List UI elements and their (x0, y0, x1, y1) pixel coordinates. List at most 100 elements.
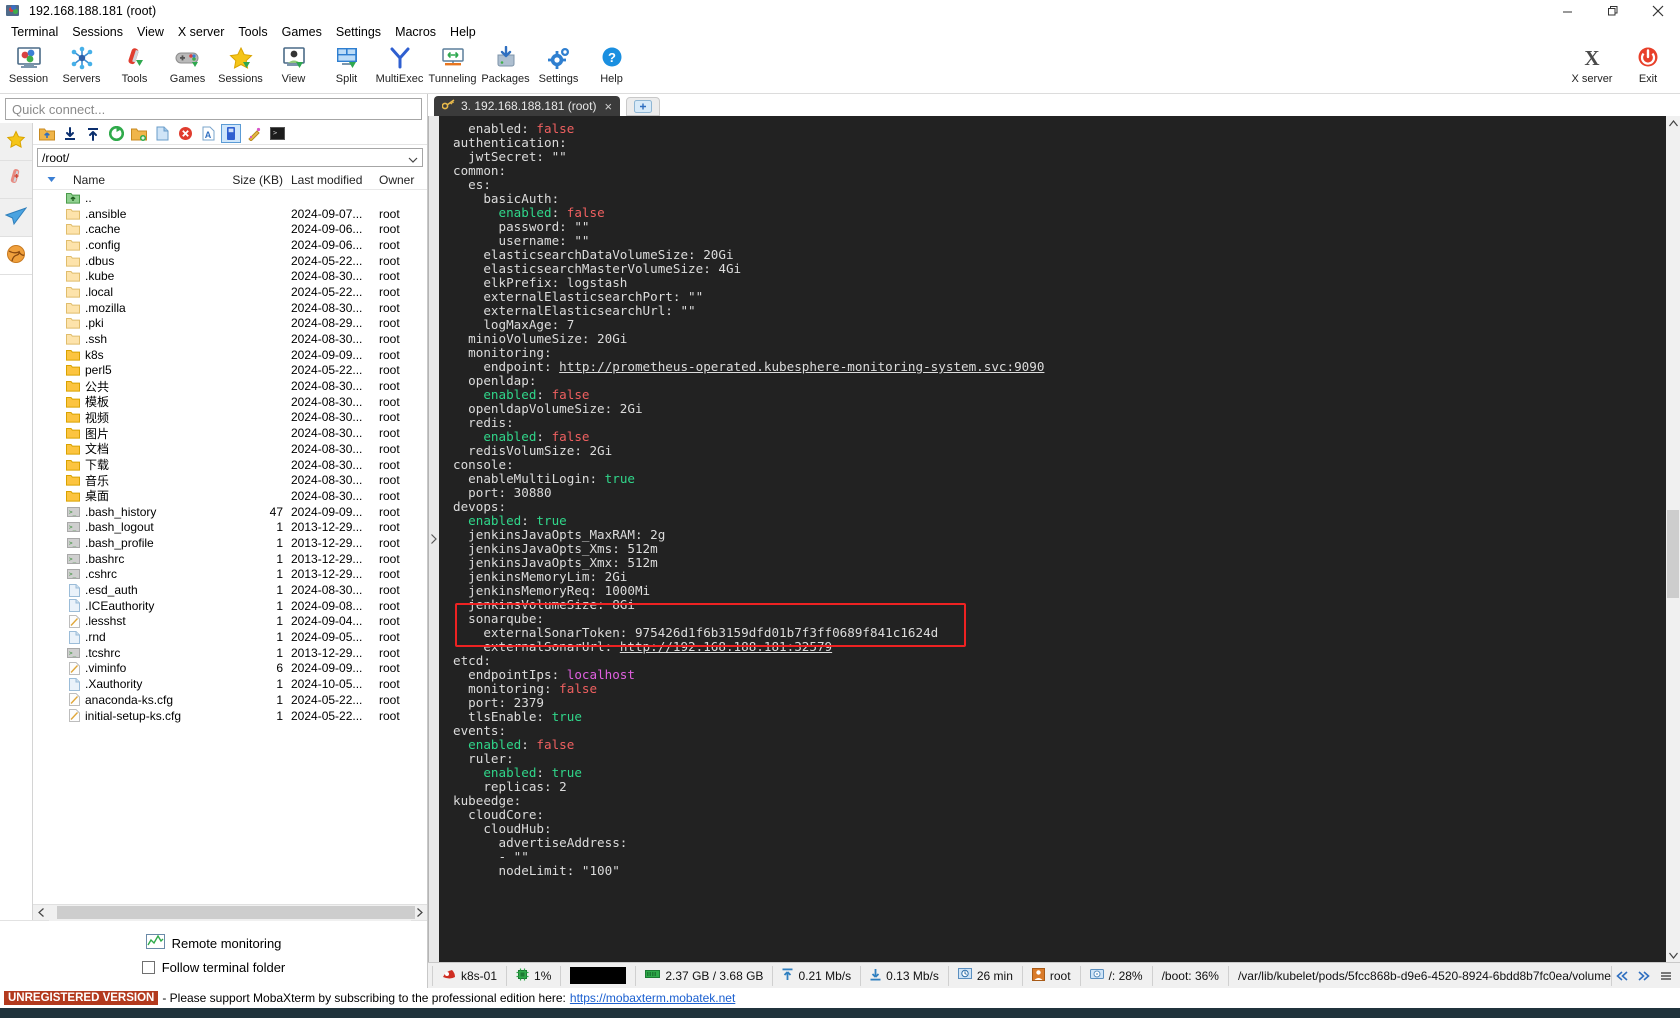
column-name[interactable]: Name (69, 173, 229, 187)
terminal-vscrollbar[interactable] (1666, 116, 1680, 962)
status-cwd[interactable]: /var/lib/kubelet/pods/5fcc868b-d9e6-4520… (1229, 965, 1612, 986)
file-row[interactable]: .. (33, 190, 427, 206)
toolbar-session-button[interactable]: Session (2, 42, 55, 85)
file-row[interactable]: .mozilla 2024-08-30... root (33, 300, 427, 316)
hscroll-track[interactable] (49, 904, 415, 921)
file-row[interactable]: .viminfo 6 2024-09-09... root (33, 661, 427, 677)
toolbar-split-button[interactable]: Split (320, 42, 373, 85)
parent-folder-button[interactable] (37, 124, 57, 143)
open-terminal-button[interactable]: > (267, 124, 287, 143)
permissions-button[interactable] (244, 124, 264, 143)
status-disk-root[interactable]: /: 28% (1081, 965, 1153, 986)
terminal-link[interactable]: http://prometheus-operated.kubesphere-mo… (559, 359, 1044, 374)
status-user[interactable]: root (1023, 965, 1081, 986)
toolbar-multiexec-button[interactable]: MultiExec (373, 42, 426, 85)
menu-sessions[interactable]: Sessions (65, 23, 130, 41)
toolbar-help-button[interactable]: ? Help (585, 42, 638, 85)
status-cpu[interactable]: 1% (507, 965, 562, 986)
minimize-button[interactable] (1545, 0, 1590, 22)
nav-left-icon[interactable] (1612, 967, 1632, 985)
file-row[interactable]: .Xauthority 1 2024-10-05... root (33, 676, 427, 692)
menu-view[interactable]: View (130, 23, 171, 41)
status-upload[interactable]: 0.21 Mb/s (773, 965, 862, 986)
follow-terminal-folder-row[interactable]: Follow terminal folder (141, 960, 285, 975)
new-tab-button[interactable] (626, 97, 661, 116)
file-row[interactable]: 文档 2024-08-30... root (33, 441, 427, 457)
menu-terminal[interactable]: Terminal (4, 23, 65, 41)
terminal-left-gutter[interactable] (429, 116, 439, 962)
sort-indicator-icon[interactable] (33, 176, 69, 183)
file-row[interactable]: >_ .cshrc 1 2013-12-29... root (33, 567, 427, 583)
terminal-output[interactable]: enabled: false authentication: jwtSecret:… (439, 116, 1666, 962)
file-row[interactable]: .config 2024-09-06... root (33, 237, 427, 253)
menu-x-server[interactable]: X server (171, 23, 232, 41)
terminal-link[interactable]: http://192.168.188.181:32579 (620, 639, 832, 654)
file-row[interactable]: .ICEauthority 1 2024-09-08... root (33, 598, 427, 614)
quick-connect-input[interactable]: Quick connect... (5, 98, 422, 120)
hscroll-thumb[interactable] (57, 905, 415, 919)
file-row[interactable]: perl5 2024-05-22... root (33, 363, 427, 379)
file-row[interactable]: .ansible 2024-09-07... root (33, 206, 427, 222)
sidebar-item-favorites[interactable] (0, 123, 32, 161)
menu-games[interactable]: Games (275, 23, 329, 41)
file-row[interactable]: .cache 2024-09-06... root (33, 221, 427, 237)
close-button[interactable] (1635, 0, 1680, 22)
column-size[interactable]: Size (KB) (229, 173, 291, 187)
file-row[interactable]: initial-setup-ks.cfg 1 2024-05-22... root (33, 708, 427, 724)
upload-button[interactable] (83, 124, 103, 143)
toolbar-tools-button[interactable]: Tools (108, 42, 161, 85)
file-row[interactable]: 下载 2024-08-30... root (33, 457, 427, 473)
file-row[interactable]: >_ .bash_profile 1 2013-12-29... root (33, 535, 427, 551)
file-list-hscrollbar[interactable] (33, 904, 427, 921)
menu-help[interactable]: Help (443, 23, 483, 41)
file-row[interactable]: 公共 2024-08-30... root (33, 378, 427, 394)
toolbar-exit-button[interactable]: Exit (1620, 42, 1676, 85)
toolbar-view-button[interactable]: View (267, 42, 320, 85)
file-row[interactable]: 桌面 2024-08-30... root (33, 488, 427, 504)
toolbar-settings-button[interactable]: Settings (532, 42, 585, 85)
sidebar-item-sftp[interactable] (0, 237, 32, 275)
status-disk-boot[interactable]: /boot: 36% (1153, 965, 1229, 986)
chevron-down-icon[interactable] (408, 153, 418, 167)
toolbar-servers-button[interactable]: Servers (55, 42, 108, 85)
toolbar-xserver-button[interactable]: X X server (1564, 42, 1620, 85)
mobaxterm-link[interactable]: https://mobaxterm.mobatek.net (570, 991, 735, 1005)
nav-right-icon[interactable] (1634, 967, 1654, 985)
scroll-up-icon[interactable] (1666, 116, 1680, 130)
delete-button[interactable] (175, 124, 195, 143)
scroll-left-icon[interactable] (33, 904, 49, 921)
follow-terminal-folder-checkbox[interactable] (141, 961, 155, 974)
remote-monitoring-button[interactable]: Remote monitoring (145, 934, 281, 952)
scroll-down-icon[interactable] (1666, 948, 1680, 962)
file-row[interactable]: 视频 2024-08-30... root (33, 410, 427, 426)
terminal-tab-active[interactable]: 3. 192.168.188.181 (root) × (434, 96, 621, 116)
refresh-button[interactable] (106, 124, 126, 143)
vscroll-track[interactable] (1666, 130, 1680, 948)
toolbar-tunneling-button[interactable]: Tunneling (426, 42, 479, 85)
file-row[interactable]: 音乐 2024-08-30... root (33, 472, 427, 488)
file-row[interactable]: .dbus 2024-05-22... root (33, 253, 427, 269)
file-row[interactable]: 图片 2024-08-30... root (33, 425, 427, 441)
file-list[interactable]: .. .ansible 2024-09-07... root .cache 2024-09… (33, 190, 427, 904)
toolbar-games-button[interactable]: Games (161, 42, 214, 85)
status-memory[interactable]: 2.37 GB / 3.68 GB (636, 965, 774, 986)
file-row[interactable]: .rnd 1 2024-09-05... root (33, 629, 427, 645)
text-mode-button[interactable]: A (198, 124, 218, 143)
toolbar-packages-button[interactable]: Packages (479, 42, 532, 85)
file-row[interactable]: >_ .bash_history 47 2024-09-09... root (33, 504, 427, 520)
file-row[interactable]: .esd_auth 1 2024-08-30... root (33, 582, 427, 598)
file-row[interactable]: .ssh 2024-08-30... root (33, 331, 427, 347)
vscroll-thumb[interactable] (1667, 510, 1679, 598)
file-row[interactable]: .local 2024-05-22... root (33, 284, 427, 300)
file-row[interactable]: k8s 2024-09-09... root (33, 347, 427, 363)
status-download[interactable]: 0.13 Mb/s (861, 965, 949, 986)
file-row[interactable]: .kube 2024-08-30... root (33, 268, 427, 284)
nav-menu-icon[interactable] (1656, 967, 1676, 985)
download-button[interactable] (60, 124, 80, 143)
status-uptime[interactable]: 26 min (949, 965, 1023, 986)
file-row[interactable]: .pki 2024-08-29... root (33, 316, 427, 332)
menu-tools[interactable]: Tools (231, 23, 274, 41)
close-tab-icon[interactable]: × (602, 99, 614, 114)
new-file-button[interactable] (152, 124, 172, 143)
new-folder-button[interactable] (129, 124, 149, 143)
